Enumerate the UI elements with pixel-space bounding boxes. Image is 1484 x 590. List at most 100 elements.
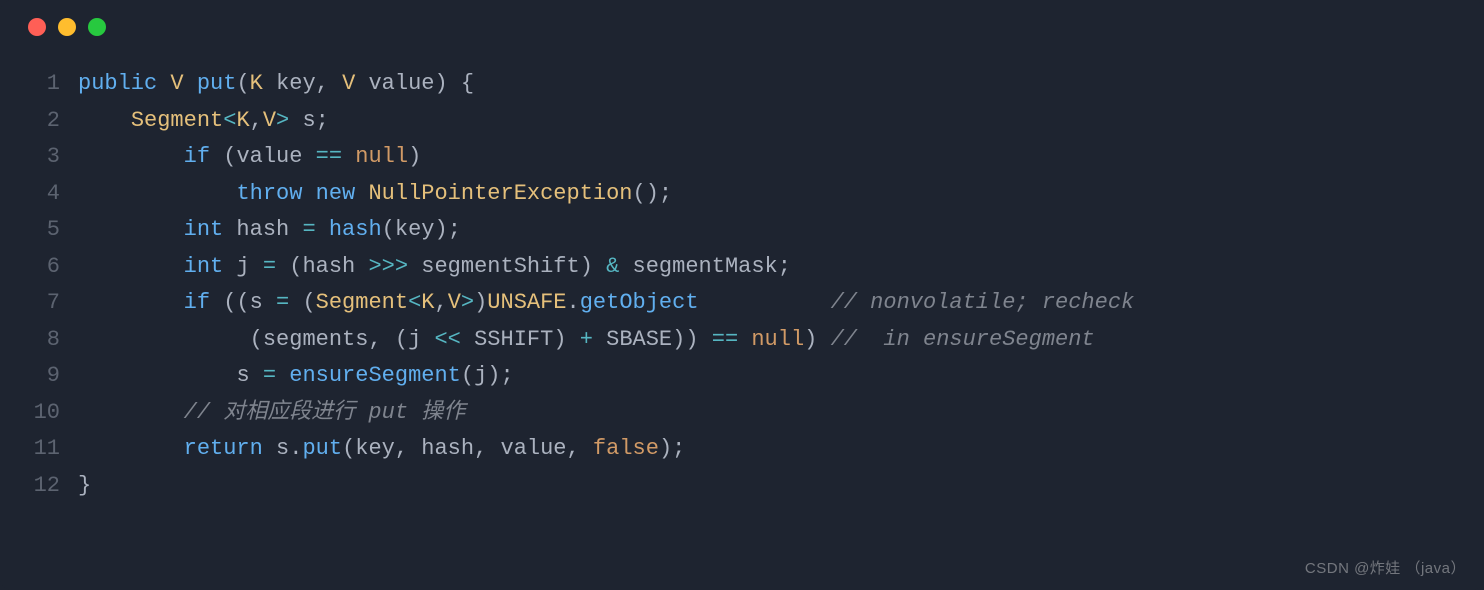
code-token: [302, 181, 315, 206]
code-token: int: [184, 254, 224, 279]
line-number: 1: [20, 66, 78, 103]
code-line: 1public V put(K key, V value) {: [20, 66, 1484, 103]
code-token: [78, 108, 131, 133]
code-token: [78, 217, 184, 242]
code-token: segmentMask: [619, 254, 777, 279]
window-titlebar: [0, 18, 1484, 36]
code-token: ,: [395, 436, 408, 461]
code-token: // in ensureSegment: [831, 327, 1095, 352]
code-line: 6 int j = (hash >>> segmentShift) & segm…: [20, 249, 1484, 286]
code-token: ): [580, 254, 593, 279]
line-number: 9: [20, 358, 78, 395]
code-token: if: [184, 144, 210, 169]
code-token: ==: [316, 144, 342, 169]
line-number: 10: [20, 395, 78, 432]
code-token: getObject: [580, 290, 699, 315]
line-content: throw new NullPointerException();: [78, 176, 672, 213]
code-token: segments: [263, 327, 369, 352]
code-token: [448, 71, 461, 96]
line-content: int j = (hash >>> segmentShift) & segmen…: [78, 249, 791, 286]
line-content: (segments, (j << SSHIFT) + SBASE)) == nu…: [78, 322, 1095, 359]
code-token: [78, 327, 250, 352]
code-token: ): [659, 436, 672, 461]
code-token: s: [236, 363, 262, 388]
code-line: 7 if ((s = (Segment<K,V>)UNSAFE.getObjec…: [20, 285, 1484, 322]
code-token: ;: [316, 108, 329, 133]
code-token: [78, 254, 184, 279]
line-content: if (value == null): [78, 139, 421, 176]
code-token: ;: [778, 254, 791, 279]
code-line: 3 if (value == null): [20, 139, 1484, 176]
code-token: UNSAFE: [487, 290, 566, 315]
code-token: (): [633, 181, 659, 206]
code-token: =: [263, 254, 276, 279]
code-token: [210, 290, 223, 315]
line-number: 2: [20, 103, 78, 140]
code-token: s: [250, 290, 276, 315]
code-token: >>>: [368, 254, 408, 279]
code-token: V: [448, 290, 461, 315]
code-token: [78, 400, 184, 425]
code-line: 8 (segments, (j << SSHIFT) + SBASE)) == …: [20, 322, 1484, 359]
code-token: [78, 363, 236, 388]
code-token: =: [263, 363, 276, 388]
code-token: [738, 327, 751, 352]
code-token: j: [474, 363, 487, 388]
code-token: SSHIFT: [461, 327, 553, 352]
code-token: V: [170, 71, 183, 96]
window-close-icon[interactable]: [28, 18, 46, 36]
code-token: .: [567, 290, 580, 315]
code-token: ,: [474, 436, 487, 461]
code-token: )): [672, 327, 698, 352]
code-token: (: [382, 217, 395, 242]
code-token: ,: [434, 290, 447, 315]
code-token: ,: [368, 327, 381, 352]
code-token: ): [804, 327, 817, 352]
code-token: >: [276, 108, 289, 133]
window-minimize-icon[interactable]: [58, 18, 76, 36]
code-token: (: [250, 327, 263, 352]
code-token: hash: [223, 217, 302, 242]
code-token: value: [236, 144, 315, 169]
line-content: return s.put(key, hash, value, false);: [78, 431, 685, 468]
code-token: [567, 327, 580, 352]
window-maximize-icon[interactable]: [88, 18, 106, 36]
line-number: 7: [20, 285, 78, 322]
code-token: V: [263, 108, 276, 133]
code-token: [276, 363, 289, 388]
code-token: ,: [250, 108, 263, 133]
line-number: 12: [20, 468, 78, 505]
code-token: =: [302, 217, 315, 242]
code-line: 4 throw new NullPointerException();: [20, 176, 1484, 213]
code-token: (: [342, 436, 355, 461]
code-token: ): [408, 144, 421, 169]
code-token: s: [289, 108, 315, 133]
code-token: int: [184, 217, 224, 242]
code-token: null: [751, 327, 804, 352]
code-token: put: [197, 71, 237, 96]
code-token: j: [408, 327, 434, 352]
code-token: (: [461, 363, 474, 388]
code-token: ): [434, 217, 447, 242]
code-token: ,: [567, 436, 580, 461]
code-token: null: [355, 144, 408, 169]
code-token: [78, 144, 184, 169]
code-token: {: [461, 71, 474, 96]
line-content: Segment<K,V> s;: [78, 103, 329, 140]
code-token: [289, 290, 302, 315]
code-token: [316, 217, 329, 242]
code-token: [355, 181, 368, 206]
code-line: 10 // 对相应段进行 put 操作: [20, 395, 1484, 432]
code-token: (: [289, 254, 302, 279]
code-token: [699, 327, 712, 352]
code-token: // 对相应段进行 put 操作: [184, 400, 466, 425]
code-token: [817, 327, 830, 352]
code-token: (: [302, 290, 315, 315]
code-token: [580, 436, 593, 461]
code-line: 12}: [20, 468, 1484, 505]
code-token: ((: [223, 290, 249, 315]
code-editor[interactable]: 1public V put(K key, V value) {2 Segment…: [0, 66, 1484, 504]
line-content: // 对相应段进行 put 操作: [78, 395, 465, 432]
code-token: key,: [263, 71, 342, 96]
line-number: 11: [20, 431, 78, 468]
